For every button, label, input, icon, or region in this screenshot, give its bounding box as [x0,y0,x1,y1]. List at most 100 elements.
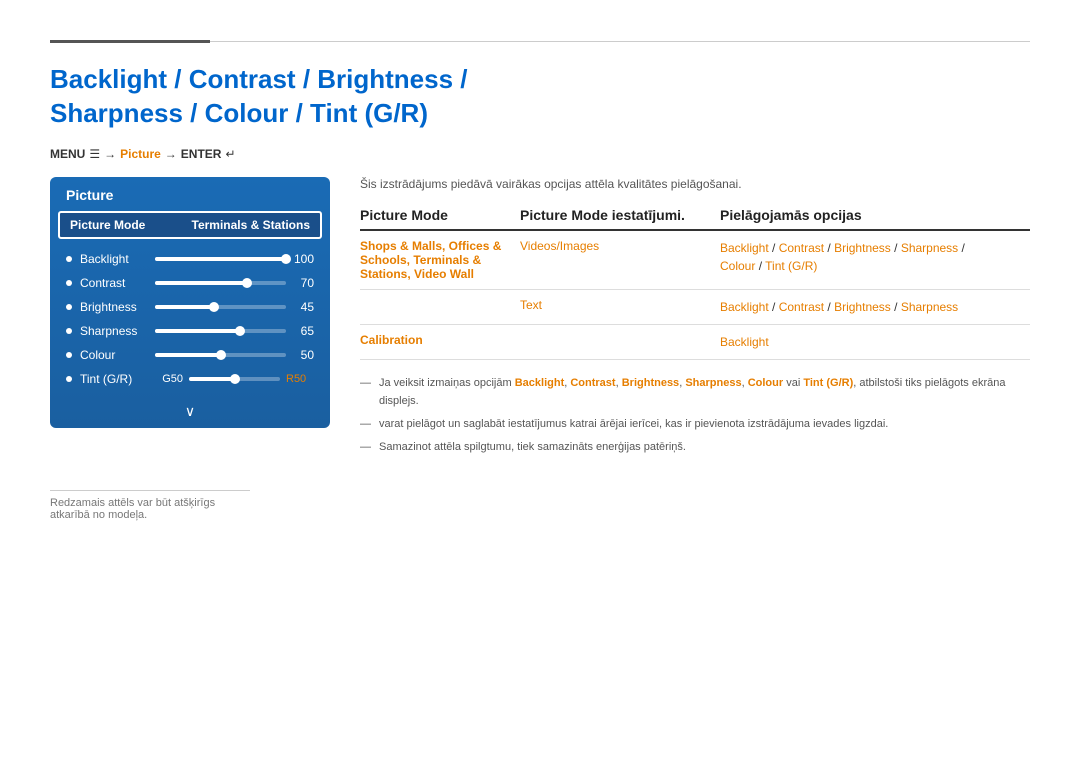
cell-mode-text-3: Calibration [360,333,423,347]
slider-thumb-colour [216,350,226,360]
enter-label: ENTER [181,147,222,161]
item-value-sharpness: 65 [286,324,314,338]
item-label-sharpness: Sharpness [80,324,155,338]
slider-fill-brightness [155,305,214,309]
item-dot [66,352,72,358]
top-decoration [50,40,1030,43]
item-dot [66,304,72,310]
slider-track-brightness [155,305,286,309]
panel-mode-label: Picture Mode [70,218,145,232]
cell-options-text-3: Backlight [720,335,769,349]
slider-track-contrast [155,281,286,285]
note-text-3: Samazinot attēla spilgtumu, tiek samazin… [379,438,686,457]
panel-item-sharpness[interactable]: Sharpness 65 [58,319,322,343]
cell-options-text-1: Backlight [720,241,769,255]
note-dash-1: — [360,374,371,411]
note-item-1: — Ja veiksit izmaiņas opcijām Backlight,… [360,374,1030,411]
top-line-dark [50,40,210,43]
slider-fill-contrast [155,281,247,285]
panel-item-colour[interactable]: Colour 50 [58,343,322,367]
item-label-tint: Tint (G/R) [80,372,155,386]
menu-icon: ☰ [89,147,100,161]
main-layout: Picture Picture Mode Terminals & Station… [50,177,1030,461]
item-dot [66,376,72,382]
item-label-brightness: Brightness [80,300,155,314]
cell-setting-1: Videos/Images [520,239,720,253]
slider-thumb-backlight [281,254,291,264]
cell-options-3: Backlight [720,333,1030,351]
item-dot [66,256,72,262]
slider-thumb-tint [230,374,240,384]
cell-options-text-2: Backlight [720,300,769,314]
slider-track-sharpness [155,329,286,333]
panel-mode-value: Terminals & Stations [192,218,310,232]
table: Picture Mode Picture Mode iestatījumi. P… [360,207,1030,360]
slider-fill-backlight [155,257,286,261]
tint-g-value: G50 [155,373,183,385]
tint-slider-wrap: G50 R50 [155,373,314,385]
slider-wrap-colour [155,353,286,357]
table-row-2: Text Backlight / Contrast / Brightness /… [360,290,1030,325]
title-line1: Backlight / Contrast / Brightness / [50,64,468,94]
slider-track-colour [155,353,286,357]
note-dash-3: — [360,438,371,457]
arrow1: → [104,147,116,161]
item-label-contrast: Contrast [80,276,155,290]
table-row-3: Calibration Backlight [360,325,1030,360]
cell-options-1: Backlight / Contrast / Brightness / Shar… [720,239,1030,275]
main-title: Backlight / Contrast / Brightness / Shar… [50,63,1030,131]
cell-setting-text-1: Videos/Images [520,239,599,253]
menu-path: MENU ☰ → Picture → ENTER ↵ [50,147,1030,161]
cell-mode-text-1: Shops & Malls, Offices & Schools, Termin… [360,239,501,281]
panel-item-backlight[interactable]: Backlight 100 [58,247,322,271]
item-value-colour: 50 [286,348,314,362]
item-value-contrast: 70 [286,276,314,290]
slider-thumb-brightness [209,302,219,312]
cell-mode-1: Shops & Malls, Offices & Schools, Termin… [360,239,520,281]
note-item-2: — varat pielāgot un saglabāt iestatījumu… [360,415,1030,434]
slider-fill-tint [189,377,235,381]
slider-track-backlight [155,257,286,261]
panel-title: Picture [50,177,330,211]
cell-options-2: Backlight / Contrast / Brightness / Shar… [720,298,1030,316]
table-header: Picture Mode Picture Mode iestatījumi. P… [360,207,1030,231]
panel-chevron[interactable]: ∨ [50,399,330,428]
item-value-brightness: 45 [286,300,314,314]
panel-mode-row[interactable]: Picture Mode Terminals & Stations [58,211,322,239]
slider-wrap-brightness [155,305,286,309]
item-dot [66,280,72,286]
slider-fill-sharpness [155,329,240,333]
notes-section: — Ja veiksit izmaiņas opcijām Backlight,… [360,374,1030,457]
slider-fill-colour [155,353,221,357]
col-header-mode: Picture Mode [360,207,520,223]
item-label-colour: Colour [80,348,155,362]
note-text-1: Ja veiksit izmaiņas opcijām Backlight, C… [379,374,1030,411]
slider-wrap-backlight [155,257,286,261]
slider-wrap-sharpness [155,329,286,333]
top-line-light [210,41,1030,42]
item-label-backlight: Backlight [80,252,155,266]
col-header-options: Pielāgojamās opcijas [720,207,1030,223]
right-content: Šis izstrādājums piedāvā vairākas opcija… [360,177,1030,461]
menu-label: MENU [50,147,85,161]
table-row-1: Shops & Malls, Offices & Schools, Termin… [360,231,1030,290]
col-header-setting: Picture Mode iestatījumi. [520,207,720,223]
slider-thumb-contrast [242,278,252,288]
note-text-2: varat pielāgot un saglabāt iestatījumus … [379,415,888,434]
picture-link[interactable]: Picture [120,147,161,161]
note-dash-2: — [360,415,371,434]
cell-mode-3: Calibration [360,333,520,347]
panel-item-contrast[interactable]: Contrast 70 [58,271,322,295]
slider-thumb-sharpness [235,326,245,336]
panel-item-brightness[interactable]: Brightness 45 [58,295,322,319]
cell-setting-2: Text [520,298,720,312]
note-item-3: — Samazinot attēla spilgtumu, tiek samaz… [360,438,1030,457]
item-dot [66,328,72,334]
arrow2: → [165,147,177,161]
panel-item-tint[interactable]: Tint (G/R) G50 R50 [58,367,322,391]
title-line2: Sharpness / Colour / Tint (G/R) [50,98,428,128]
slider-track-tint [189,377,280,381]
bottom-note: Redzamais attēls var būt atšķirīgs atkar… [50,490,250,521]
page: Backlight / Contrast / Brightness / Shar… [0,0,1080,561]
enter-icon: ↵ [225,147,235,161]
